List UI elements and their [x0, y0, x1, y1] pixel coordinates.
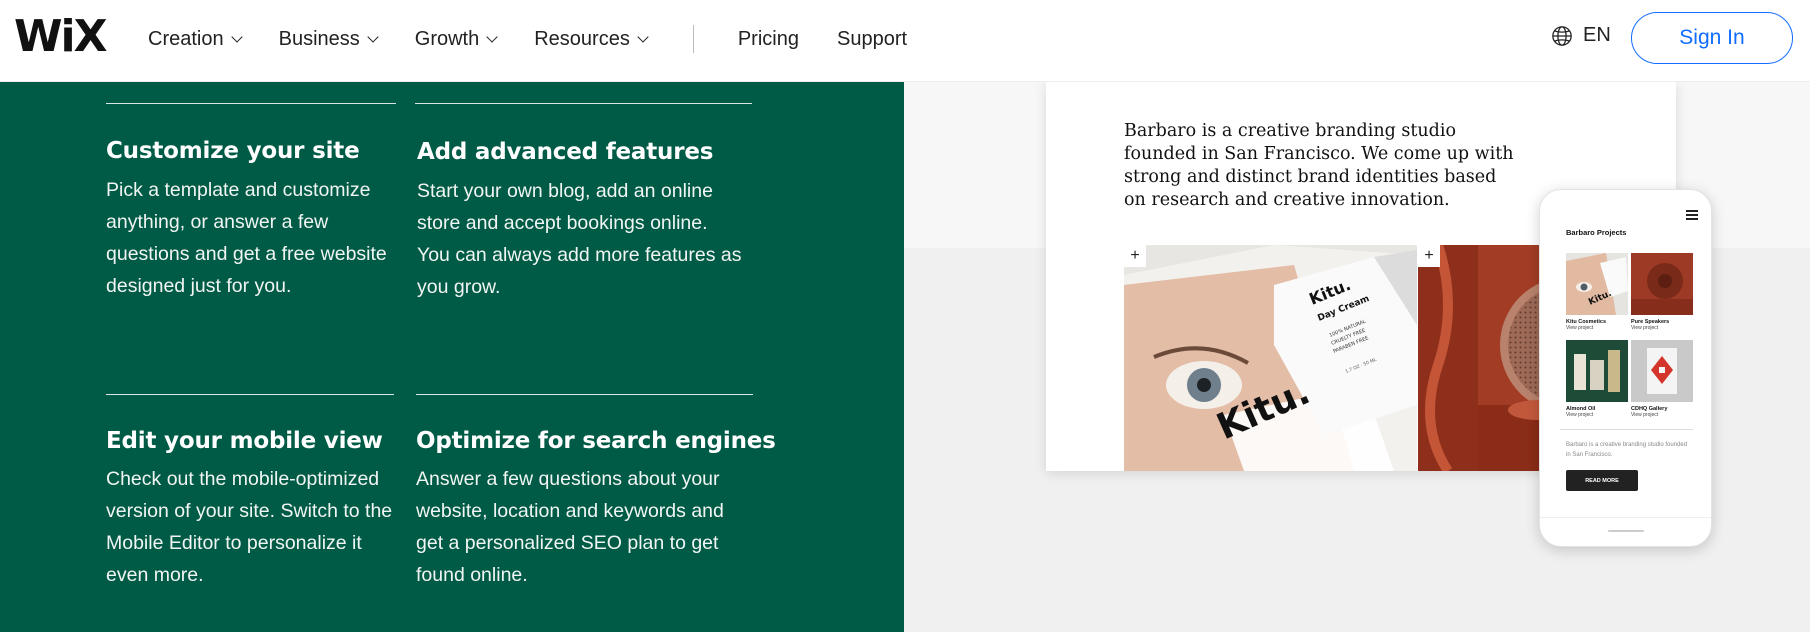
feature-title: Customize your site — [106, 138, 360, 164]
project-thumbnail — [1631, 253, 1693, 315]
feature-title: Add advanced features — [417, 139, 714, 165]
project-card[interactable]: CDHQ Gallery View project — [1631, 340, 1693, 418]
phone-divider — [1560, 429, 1693, 430]
nav-item-label: Growth — [414, 27, 480, 50]
feature-divider — [415, 103, 752, 104]
mobile-preview: Barbaro Projects Kitu. Kitu Cosmetics Vi… — [1539, 189, 1712, 547]
feature-divider — [106, 103, 396, 104]
project-card[interactable]: Almond Oil View project — [1566, 340, 1628, 418]
feature-text: Check out the mobile-optimized version o… — [106, 468, 393, 586]
project-thumbnail — [1566, 340, 1628, 402]
nav-item-label: Resources — [534, 27, 630, 50]
nav-item-resources[interactable]: Resources — [534, 27, 649, 51]
feature-text: Pick a template and customize anything, … — [106, 179, 387, 297]
plus-icon[interactable]: + — [1418, 245, 1440, 267]
hamburger-menu-icon[interactable] — [1686, 210, 1698, 222]
nav-item-business[interactable]: Business — [278, 27, 379, 51]
phone-bottom-divider — [1540, 517, 1711, 518]
chevron-down-icon — [230, 30, 243, 43]
phone-title: Barbaro Projects — [1566, 228, 1627, 237]
nav-item-label: Support — [836, 27, 908, 50]
chevron-down-icon — [367, 30, 379, 43]
nav-item-pricing[interactable]: Pricing — [738, 28, 799, 51]
feature-title: Optimize for search engines — [416, 428, 776, 454]
project-link[interactable]: View project — [1566, 325, 1628, 331]
nav-item-creation[interactable]: Creation — [148, 27, 243, 51]
home-indicator — [1608, 530, 1644, 532]
kitu-image-art: Kitu. Day Cream 100% NATURAL CRUELTY FRE… — [1124, 245, 1417, 471]
feature-mobile: Edit your mobile view Check out the mobi… — [106, 394, 394, 591]
nav-item-growth[interactable]: Growth — [414, 27, 498, 51]
feature-divider — [106, 394, 394, 395]
read-more-button[interactable]: READ MORE — [1566, 470, 1638, 491]
feature-divider — [416, 394, 753, 395]
project-thumbnail — [1631, 340, 1693, 402]
features-panel: Customize your site Pick a template and … — [0, 82, 904, 632]
project-link[interactable]: View project — [1631, 412, 1693, 418]
feature-text: Answer a few questions about your websit… — [416, 468, 724, 586]
language-selector[interactable]: EN — [1551, 24, 1611, 47]
almond-oil-thumb-art — [1566, 340, 1628, 402]
project-thumbnail: Kitu. — [1566, 253, 1628, 315]
feature-title: Edit your mobile view — [106, 428, 383, 454]
wix-logo[interactable]: WiX — [14, 15, 108, 59]
feature-seo: Optimize for search engines Answer a few… — [416, 394, 776, 591]
nav-item-label: Creation — [148, 27, 224, 50]
project-card[interactable]: Pure Speakers View project — [1631, 253, 1693, 331]
phone-description: Barbaro is a creative branding studio fo… — [1566, 442, 1688, 458]
feature-advanced: Add advanced features Start your own blo… — [415, 103, 752, 303]
sign-in-button[interactable]: Sign In — [1631, 12, 1793, 64]
project-link[interactable]: View project — [1566, 412, 1628, 418]
nav-item-label: Business — [278, 27, 360, 50]
language-label: EN — [1583, 24, 1611, 46]
chevron-down-icon — [637, 30, 649, 43]
feature-text: Start your own blog, add an online store… — [417, 180, 742, 298]
preview-description: Barbaro is a creative branding studio fo… — [1124, 121, 1514, 210]
plus-icon[interactable]: + — [1124, 245, 1146, 267]
speaker-thumb-art — [1631, 253, 1693, 315]
kitu-thumb-art: Kitu. — [1566, 253, 1628, 315]
globe-icon — [1552, 25, 1572, 46]
project-card[interactable]: Kitu. Kitu Cosmetics View project — [1566, 253, 1628, 331]
kitu-cosmetics-image: Kitu. Day Cream 100% NATURAL CRUELTY FRE… — [1124, 245, 1417, 471]
project-link[interactable]: View project — [1631, 325, 1693, 331]
chevron-down-icon — [486, 30, 498, 43]
nav-item-support[interactable]: Support — [837, 28, 907, 51]
feature-customize: Customize your site Pick a template and … — [106, 103, 396, 302]
gallery-thumb-art — [1631, 340, 1693, 402]
main-nav: Creation Business Growth Resources Prici… — [148, 0, 945, 78]
nav-divider — [692, 25, 694, 53]
site-header: WiX Creation Business Growth Resources P… — [0, 0, 1810, 82]
nav-item-label: Pricing — [737, 27, 799, 50]
